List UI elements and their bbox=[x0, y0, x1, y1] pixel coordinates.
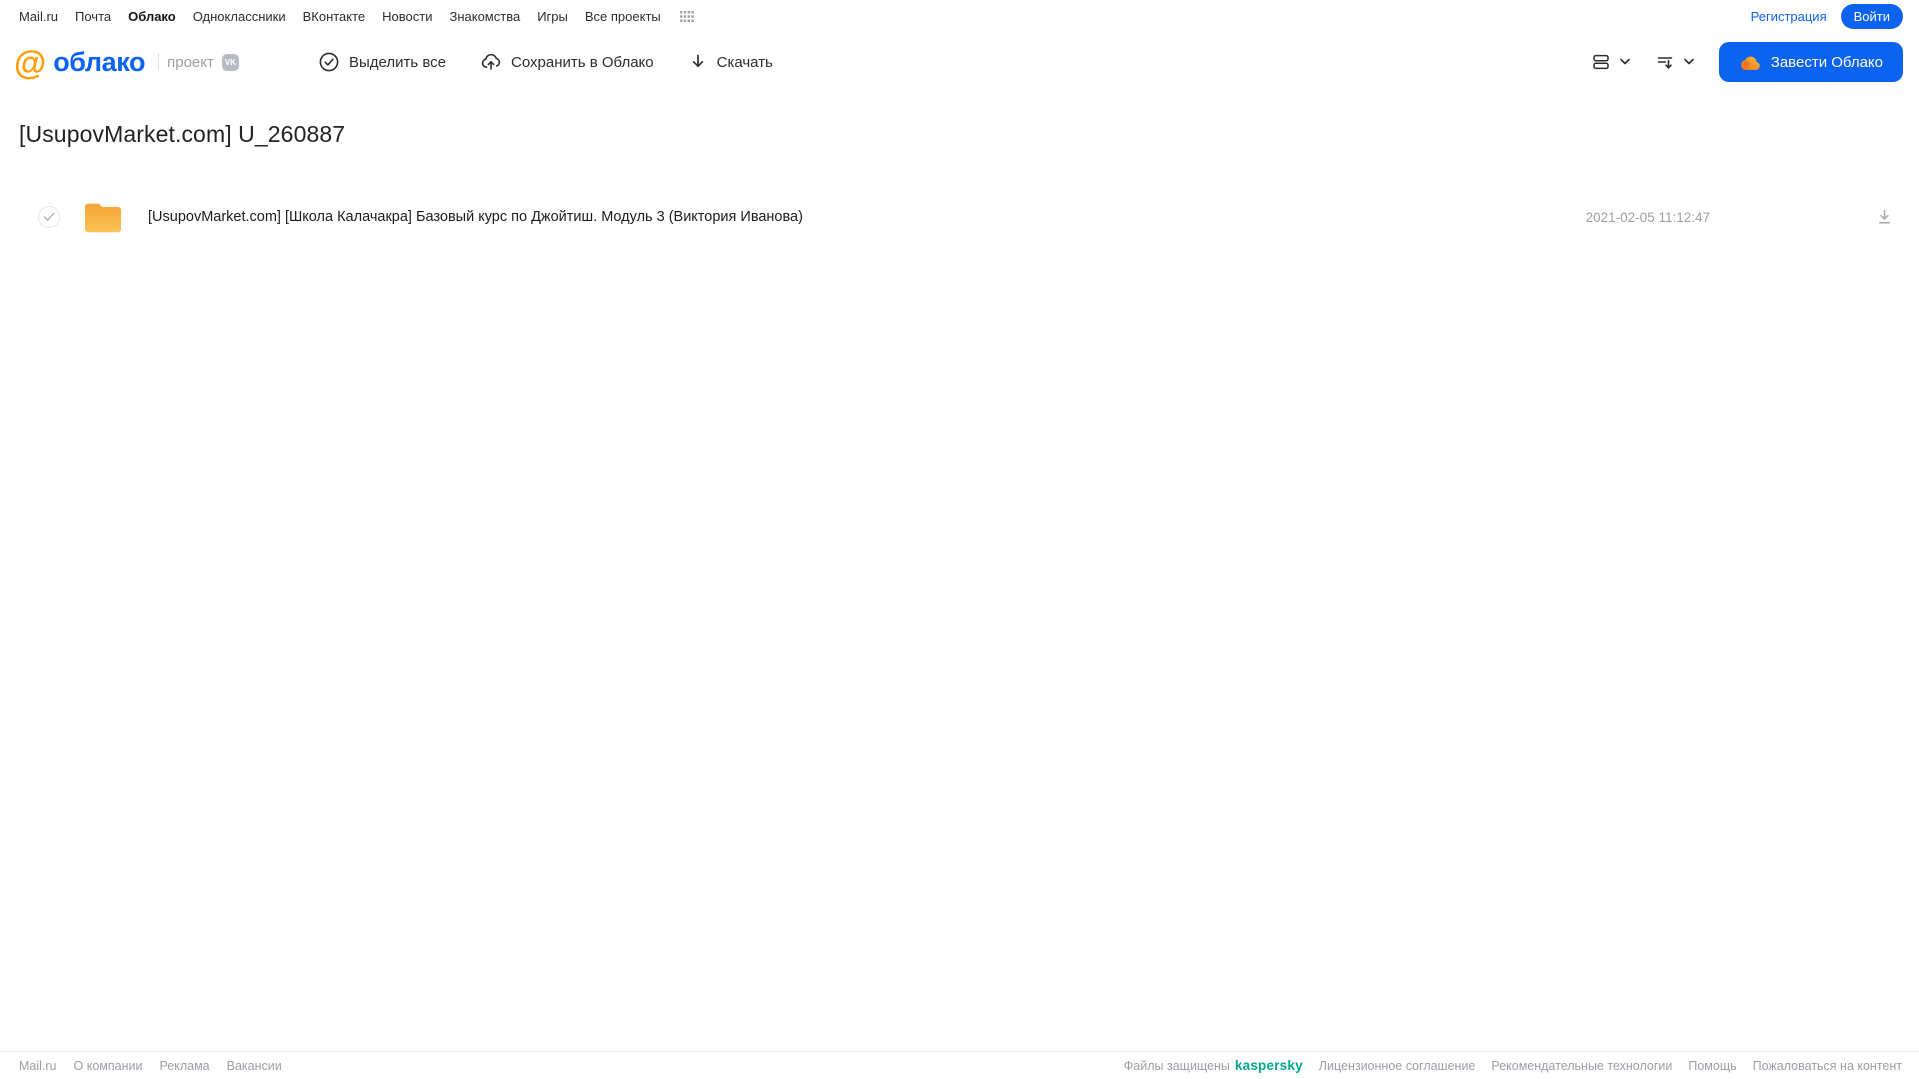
cloud-logo[interactable]: @ облако проект VK bbox=[14, 33, 239, 91]
file-toolbar: Выделить все Сохранить в Облако Скачать bbox=[318, 33, 773, 91]
select-all-label: Выделить все bbox=[349, 53, 447, 71]
footer-link-report[interactable]: Пожаловаться на контент bbox=[1753, 1059, 1902, 1073]
service-header: @ облако проект VK Выделить все Сохранит… bbox=[0, 33, 1919, 91]
check-icon bbox=[43, 212, 55, 221]
get-cloud-button[interactable]: Завести Облако bbox=[1718, 42, 1903, 82]
chevron-down-icon bbox=[1619, 58, 1631, 66]
portal-nav: Mail.ru Почта Облако Одноклассники ВКонт… bbox=[19, 9, 694, 24]
get-cloud-button-label: Завести Облако bbox=[1770, 53, 1883, 71]
nav-item-znakomstva[interactable]: Знакомства bbox=[449, 9, 520, 24]
file-name-link[interactable]: [UsupovMarket.com] [Школа Калачакра] Баз… bbox=[148, 209, 803, 225]
page-title: [UsupovMarket.com] U_260887 bbox=[19, 121, 346, 147]
sort-icon bbox=[1655, 52, 1675, 72]
row-checkbox[interactable] bbox=[38, 206, 60, 228]
vk-logo-icon: VK bbox=[221, 53, 239, 71]
portal-topbar: Mail.ru Почта Облако Одноклассники ВКонт… bbox=[0, 0, 1919, 33]
vk-project-tag: проект VK bbox=[158, 53, 239, 71]
footer-link-mailru[interactable]: Mail.ru bbox=[19, 1059, 57, 1073]
download-arrow-icon bbox=[688, 52, 708, 72]
save-to-cloud-button[interactable]: Сохранить в Облако bbox=[480, 51, 654, 73]
login-button[interactable]: Войти bbox=[1840, 3, 1903, 30]
page-footer: Mail.ru О компании Реклама Вакансии Файл… bbox=[0, 1051, 1919, 1079]
register-link[interactable]: Регистрация bbox=[1751, 9, 1827, 24]
footer-link-ads[interactable]: Реклама bbox=[159, 1059, 209, 1073]
footer-link-jobs[interactable]: Вакансии bbox=[227, 1059, 282, 1073]
orange-cloud-icon bbox=[1739, 54, 1761, 71]
nav-item-pochta[interactable]: Почта bbox=[75, 9, 111, 24]
footer-link-recommendations[interactable]: Рекомендательные технологии bbox=[1491, 1059, 1672, 1073]
chevron-down-icon bbox=[1683, 58, 1695, 66]
view-mode-icon bbox=[1591, 52, 1611, 72]
project-label: проект bbox=[167, 53, 214, 71]
download-label: Скачать bbox=[716, 53, 773, 71]
view-mode-dropdown[interactable] bbox=[1591, 52, 1631, 72]
logo-divider bbox=[158, 53, 160, 71]
cloud-upload-icon bbox=[480, 51, 502, 73]
footer-right-links: Файлы защищены kaspersky Лицензионное со… bbox=[1124, 1058, 1902, 1073]
nav-item-igry[interactable]: Игры bbox=[537, 9, 568, 24]
protected-by-label: Файлы защищены bbox=[1123, 1058, 1230, 1073]
footer-left-links: Mail.ru О компании Реклама Вакансии bbox=[19, 1059, 282, 1073]
nav-item-odnoklassniki[interactable]: Одноклассники bbox=[193, 9, 286, 24]
sort-dropdown[interactable] bbox=[1655, 52, 1695, 72]
nav-item-mailru[interactable]: Mail.ru bbox=[19, 9, 58, 24]
footer-link-help[interactable]: Помощь bbox=[1688, 1059, 1736, 1073]
nav-item-oblako[interactable]: Облако bbox=[128, 9, 176, 24]
nav-item-novosti[interactable]: Новости bbox=[382, 9, 432, 24]
apps-grid-icon[interactable] bbox=[679, 10, 694, 23]
select-all-icon bbox=[318, 51, 340, 73]
select-all-button[interactable]: Выделить все bbox=[318, 51, 446, 73]
download-button[interactable]: Скачать bbox=[688, 52, 773, 72]
file-row[interactable]: [UsupovMarket.com] [Школа Калачакра] Баз… bbox=[0, 192, 1919, 242]
portal-auth: Регистрация Войти bbox=[1751, 3, 1903, 30]
header-right-controls: Завести Облако bbox=[1591, 33, 1903, 91]
kaspersky-logo[interactable]: kaspersky bbox=[1235, 1058, 1303, 1073]
row-download-icon[interactable] bbox=[1876, 209, 1893, 225]
file-date: 2021-02-05 11:12:47 bbox=[1585, 209, 1710, 225]
footer-link-license[interactable]: Лицензионное соглашение bbox=[1319, 1059, 1476, 1073]
folder-icon bbox=[83, 201, 123, 234]
footer-link-about[interactable]: О компании bbox=[74, 1059, 143, 1073]
save-to-cloud-label: Сохранить в Облако bbox=[511, 53, 654, 71]
mailru-at-icon: @ bbox=[14, 43, 47, 81]
nav-item-vkontakte[interactable]: ВКонтакте bbox=[303, 9, 366, 24]
cloud-logo-text: облако bbox=[53, 46, 146, 77]
kaspersky-protection: Файлы защищены kaspersky bbox=[1124, 1058, 1303, 1073]
nav-item-vse-proekty[interactable]: Все проекты bbox=[585, 9, 661, 24]
